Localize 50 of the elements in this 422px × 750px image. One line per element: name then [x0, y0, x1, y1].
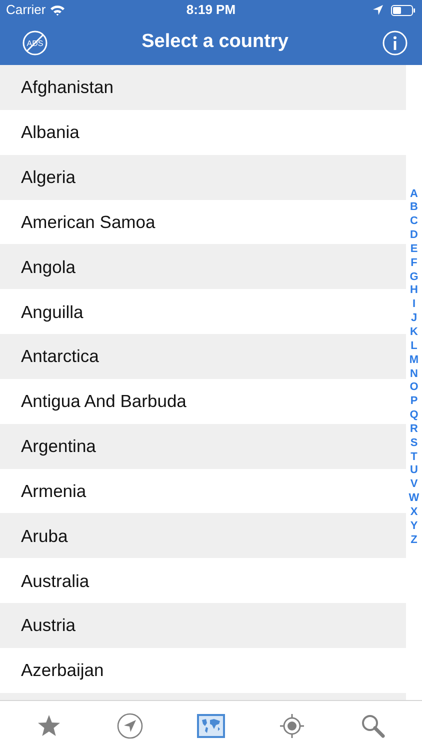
- country-row[interactable]: Angola: [0, 244, 406, 290]
- index-letter[interactable]: C: [410, 215, 418, 230]
- country-row[interactable]: Anguilla: [0, 289, 406, 334]
- country-row[interactable]: Algeria: [0, 154, 406, 200]
- index-letter[interactable]: Q: [410, 409, 418, 423]
- index-letter[interactable]: M: [409, 354, 419, 368]
- carrier-label: Carrier: [6, 1, 46, 20]
- country-row[interactable]: Afghanistan: [0, 65, 406, 110]
- country-row[interactable]: Armenia: [0, 468, 406, 514]
- index-letter[interactable]: W: [408, 492, 420, 506]
- index-letter[interactable]: D: [410, 229, 418, 243]
- index-letter[interactable]: K: [410, 326, 418, 340]
- index-letter[interactable]: Y: [410, 520, 418, 534]
- status-time: 8:19 PM: [186, 1, 236, 20]
- index-letter[interactable]: O: [410, 381, 418, 396]
- index-letter[interactable]: B: [410, 201, 418, 216]
- country-row[interactable]: Argentina: [0, 424, 406, 469]
- country-row[interactable]: Austria: [0, 603, 406, 648]
- navigation-tab[interactable]: [116, 712, 144, 740]
- index-letter[interactable]: L: [410, 340, 418, 354]
- index-letter[interactable]: J: [410, 312, 418, 326]
- index-letter[interactable]: S: [410, 436, 418, 451]
- index-letter[interactable]: R: [410, 422, 418, 437]
- country-row[interactable]: American Samoa: [0, 200, 406, 244]
- index-letter[interactable]: V: [410, 478, 418, 492]
- country-row[interactable]: Aruba: [0, 513, 406, 558]
- country-row[interactable]: Azerbaijan: [0, 648, 406, 693]
- index-letter[interactable]: P: [410, 395, 418, 410]
- index-letter[interactable]: H: [410, 284, 418, 298]
- target-tab[interactable]: [278, 712, 306, 740]
- index-letter[interactable]: N: [410, 368, 418, 382]
- country-row[interactable]: Antigua And Barbuda: [0, 378, 406, 424]
- index-letter[interactable]: T: [410, 450, 418, 464]
- index-letter[interactable]: F: [410, 256, 418, 271]
- index-letter[interactable]: A: [410, 188, 418, 202]
- index-letter[interactable]: Z: [410, 534, 418, 548]
- battery-icon: [390, 4, 416, 16]
- info-button[interactable]: [382, 30, 408, 56]
- country-row[interactable]: Albania: [0, 110, 406, 155]
- map-tab[interactable]: [196, 712, 225, 740]
- index-letter[interactable]: U: [410, 464, 418, 478]
- country-row[interactable]: Australia: [0, 558, 406, 604]
- wifi-icon: [50, 4, 65, 16]
- location-arrow-icon: [372, 5, 383, 15]
- index-letter[interactable]: G: [410, 270, 418, 284]
- index-letter[interactable]: X: [410, 506, 418, 520]
- country-row[interactable]: Antarctica: [0, 334, 406, 379]
- index-letter[interactable]: I: [412, 298, 416, 312]
- index-letter[interactable]: E: [410, 242, 418, 257]
- screen-title: Select a country: [142, 30, 288, 54]
